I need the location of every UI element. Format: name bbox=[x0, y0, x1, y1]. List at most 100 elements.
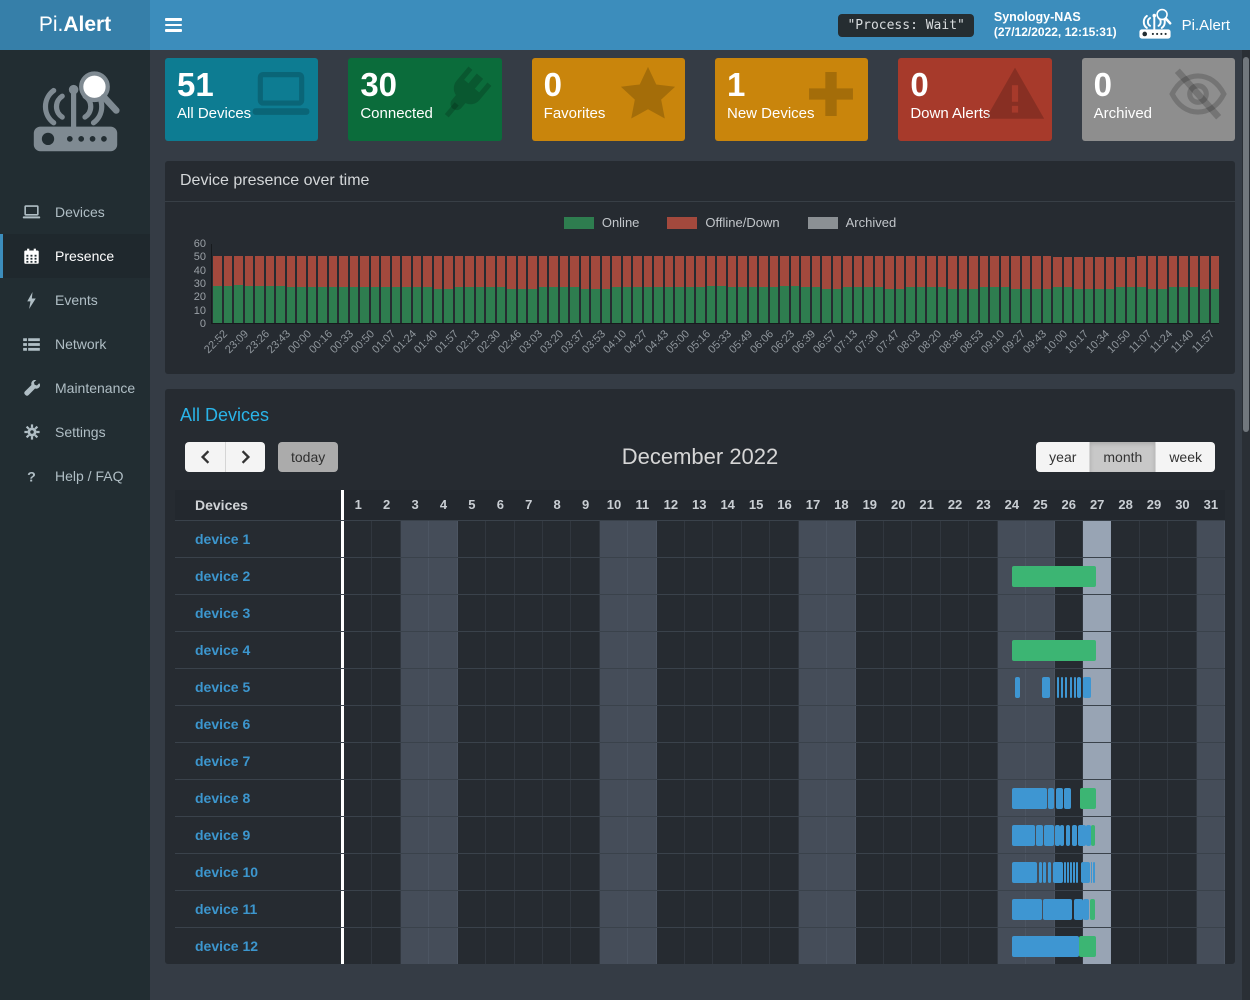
stacked-bar bbox=[297, 244, 306, 323]
sidebar-item-maintenance[interactable]: Maintenance bbox=[0, 366, 150, 410]
sidebar-toggle-icon[interactable] bbox=[150, 0, 196, 50]
app-link[interactable]: Pi.Alert bbox=[1137, 6, 1230, 44]
sidebar-item-help-faq[interactable]: ?Help / FAQ bbox=[0, 454, 150, 498]
presence-segment-session[interactable] bbox=[1083, 899, 1089, 920]
presence-segment-session[interactable] bbox=[1078, 825, 1086, 846]
presence-segment-session[interactable] bbox=[1042, 677, 1051, 698]
presence-segment-online[interactable] bbox=[1090, 899, 1095, 920]
presence-segment-session[interactable] bbox=[1055, 825, 1059, 846]
presence-segment-session[interactable] bbox=[1036, 825, 1043, 846]
presence-segment-session[interactable] bbox=[1074, 677, 1076, 698]
card-down-alerts[interactable]: 0Down Alerts bbox=[898, 58, 1051, 141]
presence-segment-online[interactable] bbox=[1079, 936, 1096, 957]
day-header-9: 9 bbox=[571, 490, 599, 520]
stacked-bar bbox=[959, 244, 968, 323]
presence-segment-online[interactable] bbox=[1012, 566, 1096, 587]
presence-segment-session[interactable] bbox=[1048, 788, 1054, 809]
sidebar-item-settings[interactable]: Settings bbox=[0, 410, 150, 454]
view-button-week[interactable]: week bbox=[1155, 442, 1215, 472]
presence-segment-session[interactable] bbox=[1064, 788, 1071, 809]
presence-segment-session[interactable] bbox=[1067, 862, 1069, 883]
day-header-27: 27 bbox=[1083, 490, 1111, 520]
today-button[interactable]: today bbox=[278, 442, 338, 472]
presence-segment-session[interactable] bbox=[1057, 677, 1059, 698]
x-axis-tick: 01:40 bbox=[412, 328, 440, 356]
sidebar-item-presence[interactable]: Presence bbox=[0, 234, 150, 278]
presence-segment-session[interactable] bbox=[1060, 825, 1064, 846]
sidebar-item-network[interactable]: Network bbox=[0, 322, 150, 366]
presence-segment-session[interactable] bbox=[1083, 677, 1092, 698]
device-link[interactable]: device 10 bbox=[175, 854, 258, 891]
view-button-month[interactable]: month bbox=[1089, 442, 1155, 472]
card-connected[interactable]: 30Connected bbox=[348, 58, 501, 141]
presence-segment-session[interactable] bbox=[1053, 862, 1063, 883]
scrollbar-thumb[interactable] bbox=[1243, 57, 1249, 432]
presence-segment-session[interactable] bbox=[1070, 677, 1072, 698]
stacked-bar bbox=[486, 244, 495, 323]
device-link[interactable]: device 1 bbox=[175, 521, 250, 558]
presence-segment-session[interactable] bbox=[1048, 862, 1051, 883]
presence-segment-session[interactable] bbox=[1043, 862, 1046, 883]
presence-segment-session[interactable] bbox=[1072, 825, 1077, 846]
presence-segment-session[interactable] bbox=[1064, 862, 1066, 883]
presence-segment-online[interactable] bbox=[1091, 825, 1094, 846]
presence-segment-session[interactable] bbox=[1012, 788, 1047, 809]
all-devices-title: All Devices bbox=[165, 389, 1235, 428]
presence-segment-session[interactable] bbox=[1086, 825, 1091, 846]
device-link[interactable]: device 9 bbox=[175, 817, 250, 854]
card-archived[interactable]: 0Archived bbox=[1082, 58, 1235, 141]
presence-segment-session[interactable] bbox=[1015, 677, 1021, 698]
device-link[interactable]: device 4 bbox=[175, 632, 250, 669]
presence-segment-session[interactable] bbox=[1066, 825, 1070, 846]
x-axis-tick: 08:36 bbox=[937, 328, 965, 356]
card-all-devices[interactable]: 51All Devices bbox=[165, 58, 318, 141]
next-month-button[interactable] bbox=[225, 442, 265, 472]
device-day-grid bbox=[341, 854, 1225, 890]
device-link[interactable]: device 8 bbox=[175, 780, 250, 817]
presence-segment-session[interactable] bbox=[1077, 677, 1081, 698]
presence-segment-session[interactable] bbox=[1076, 862, 1078, 883]
summary-cards: 51All Devices 30Connected 0Favorites 1New D… bbox=[165, 58, 1235, 141]
stacked-bar bbox=[938, 244, 947, 323]
presence-segment-session[interactable] bbox=[1074, 899, 1083, 920]
presence-segment-session[interactable] bbox=[1012, 862, 1038, 883]
card-favorites[interactable]: 0Favorites bbox=[532, 58, 685, 141]
device-link[interactable]: device 5 bbox=[175, 669, 250, 706]
presence-segment-session[interactable] bbox=[1073, 862, 1075, 883]
device-link[interactable]: device 2 bbox=[175, 558, 250, 595]
presence-segment-session[interactable] bbox=[1081, 862, 1090, 883]
brand-logo[interactable]: Pi.Alert bbox=[0, 0, 150, 50]
presence-segment-session[interactable] bbox=[1039, 862, 1042, 883]
stacked-bar bbox=[308, 244, 317, 323]
presence-chart-panel: Device presence over time OnlineOffline/… bbox=[165, 161, 1235, 374]
presence-segment-session[interactable] bbox=[1070, 862, 1072, 883]
device-link[interactable]: device 7 bbox=[175, 743, 250, 780]
view-button-year[interactable]: year bbox=[1036, 442, 1089, 472]
presence-segment-session[interactable] bbox=[1012, 936, 1079, 957]
device-link[interactable]: device 3 bbox=[175, 595, 250, 632]
presence-segment-session[interactable] bbox=[1065, 677, 1067, 698]
presence-segment-session[interactable] bbox=[1091, 862, 1092, 883]
presence-segment-online[interactable] bbox=[1012, 640, 1096, 661]
card-new-devices[interactable]: 1New Devices bbox=[715, 58, 868, 141]
stacked-bar bbox=[402, 244, 411, 323]
device-link[interactable]: device 6 bbox=[175, 706, 250, 743]
day-header-25: 25 bbox=[1026, 490, 1054, 520]
stacked-bar bbox=[581, 244, 590, 323]
presence-segment-online[interactable] bbox=[1080, 788, 1096, 809]
presence-segment-session[interactable] bbox=[1056, 788, 1063, 809]
sidebar-item-events[interactable]: Events bbox=[0, 278, 150, 322]
presence-segment-session[interactable] bbox=[1012, 825, 1035, 846]
prev-month-button[interactable] bbox=[185, 442, 225, 472]
device-link[interactable]: device 11 bbox=[175, 891, 257, 928]
device-name-cell: device 8 bbox=[175, 780, 341, 816]
sidebar-item-devices[interactable]: Devices bbox=[0, 190, 150, 234]
presence-segment-session[interactable] bbox=[1044, 825, 1054, 846]
x-axis-tick: 01:24 bbox=[391, 328, 419, 356]
presence-segment-session[interactable] bbox=[1043, 899, 1071, 920]
stacked-bar bbox=[728, 244, 737, 323]
presence-segment-session[interactable] bbox=[1012, 899, 1042, 920]
device-link[interactable]: device 12 bbox=[175, 928, 258, 965]
presence-segment-session[interactable] bbox=[1061, 677, 1063, 698]
presence-segment-session[interactable] bbox=[1093, 862, 1095, 883]
